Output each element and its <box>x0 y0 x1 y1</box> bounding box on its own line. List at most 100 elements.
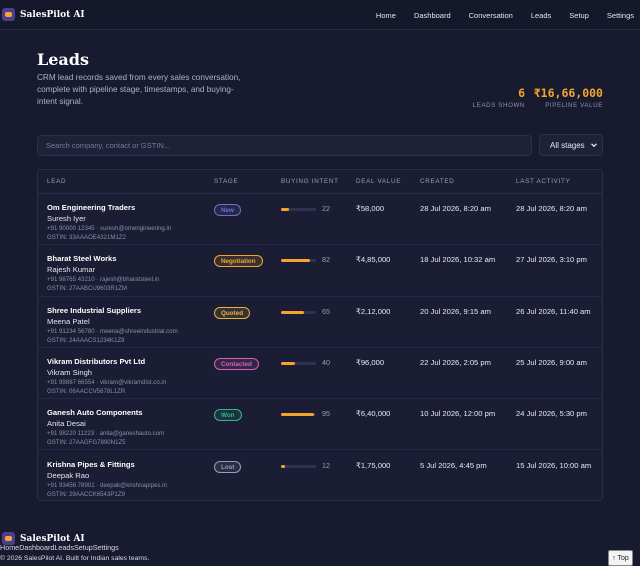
intent-bar-fill <box>281 413 315 417</box>
lead-phone-email: +91 93456 78901 · deepak@krishnapipes.in <box>47 481 167 489</box>
last-activity-date: 15 Jul 2026, 10:00 am <box>516 460 592 470</box>
lead-gstin: GSTIN: 27AABCU9603R1ZM <box>47 285 127 293</box>
leads-table: LEAD STAGE BUYING INTENT DEAL VALUE CREA… <box>37 169 603 501</box>
intent-score: 40 <box>322 357 330 367</box>
stage-badge: Quoted <box>214 306 251 319</box>
lead-company: Bharat Steel Works <box>47 254 117 264</box>
intent-bar <box>281 361 316 365</box>
stage-badge: Won <box>214 409 242 422</box>
brand[interactable]: SalesPilot AI <box>2 8 85 21</box>
pipeline-value: ₹16,66,000 <box>533 86 603 100</box>
intent-bar-fill <box>281 259 310 263</box>
intent-bar-fill <box>281 208 289 211</box>
stage-filter-value: All stages <box>550 140 585 150</box>
table-row[interactable]: Vikram Distributors Pvt Ltd Vikram Singh +… <box>38 348 602 400</box>
intent-bar <box>281 413 316 417</box>
lead-contact: Deepak Rao <box>47 470 90 480</box>
deal-value: ₹4,85,000 <box>356 255 391 265</box>
last-activity-date: 28 Jul 2026, 8:20 am <box>516 204 587 213</box>
created-date: 5 Jul 2026, 4:45 pm <box>420 460 487 470</box>
leads-shown-stat: 6 LEADS SHOWN <box>473 86 525 109</box>
nav-links: Home Dashboard Conversation Leads Setup … <box>358 0 634 30</box>
lead-phone-email: +91 99887 66554 · vikram@vikramdist.co.i… <box>47 378 167 386</box>
intent-bar-fill <box>281 464 286 468</box>
last-activity-date: 26 Jul 2026, 11:40 am <box>516 306 591 316</box>
table-row[interactable]: Shree Industrial Suppliers Meena Patel +91… <box>38 297 602 348</box>
copyright: © 2026 SalesPilot AI. Built for Indian s… <box>0 555 150 562</box>
nav-dashboard[interactable]: Dashboard <box>414 11 451 20</box>
back-to-top-button[interactable]: ↑ Top <box>608 550 633 566</box>
created-date: 10 Jul 2026, 12:00 pm <box>420 409 496 419</box>
lead-contact: Rajesh Kumar <box>47 265 96 275</box>
footer-link-settings[interactable]: Settings <box>93 543 119 552</box>
lead-company: Ganesh Auto Components <box>47 408 143 418</box>
lead-company: Krishna Pipes & Fittings <box>47 459 135 469</box>
page-subtitle: CRM lead records saved from every sales … <box>37 73 241 106</box>
intent-score: 95 <box>322 409 330 419</box>
table-row[interactable]: Ganesh Auto Components Anita Desai +91 982… <box>38 399 602 451</box>
pipeline-value-stat: ₹16,66,000 PIPELINE VALUE <box>534 86 603 109</box>
table-row[interactable]: Om Engineering Traders Suresh Iyer +91 900… <box>38 194 602 246</box>
lead-gstin: GSTIN: 24AAACS1234K1Z8 <box>47 336 125 344</box>
header-intent: BUYING INTENT <box>281 178 339 185</box>
search-input[interactable] <box>37 135 532 156</box>
lead-gstin: GSTIN: 29AACCK6543P1Z9 <box>47 490 125 498</box>
intent-bar <box>281 310 316 314</box>
intent-bar-fill <box>281 361 295 365</box>
footer: SalesPilot AI HomeDashboardLeadsSetupSet… <box>0 530 640 566</box>
last-activity-date: 24 Jul 2026, 5:30 pm <box>516 409 587 419</box>
stage-badge: New <box>214 204 241 216</box>
lead-company: Om Engineering Traders <box>47 203 136 212</box>
lead-phone-email: +91 98765 43210 · rajesh@bharatsteel.in <box>47 276 160 284</box>
header-last-activity: LAST ACTIVITY <box>516 178 571 185</box>
stage-badge: Negotiation <box>214 255 263 268</box>
header-created: CREATED <box>420 178 455 185</box>
table-row[interactable]: Bharat Steel Works Rajesh Kumar +91 98765 … <box>38 245 602 297</box>
nav-home[interactable]: Home <box>376 11 396 20</box>
lead-contact: Anita Desai <box>47 419 86 429</box>
stage-filter-select[interactable]: All stages <box>539 134 603 156</box>
lead-company: Vikram Distributors Pvt Ltd <box>47 356 146 366</box>
lead-contact: Meena Patel <box>47 316 90 326</box>
footer-link-home[interactable]: Home <box>0 543 19 552</box>
chevron-down-icon <box>591 143 597 148</box>
lead-phone-email: +91 91234 56780 · meena@shreeindustrial.… <box>47 327 178 335</box>
created-date: 18 Jul 2026, 10:32 am <box>420 255 496 265</box>
last-activity-date: 27 Jul 2026, 3:10 pm <box>516 255 587 265</box>
deal-value: ₹58,000 <box>356 204 385 213</box>
lead-contact: Vikram Singh <box>47 367 93 377</box>
stage-badge: Contacted <box>214 357 259 370</box>
brand-name: SalesPilot AI <box>20 9 85 20</box>
pipeline-value-label: PIPELINE VALUE <box>545 102 603 109</box>
created-date: 22 Jul 2026, 2:05 pm <box>420 357 491 367</box>
footer-link-dashboard[interactable]: Dashboard <box>19 543 54 552</box>
intent-bar <box>281 464 316 468</box>
intent-score: 82 <box>322 255 330 265</box>
lead-company: Shree Industrial Suppliers <box>47 305 142 315</box>
lead-gstin: GSTIN: 27AAGFG7890N1Z5 <box>47 439 126 447</box>
intent-score: 22 <box>322 204 330 213</box>
table-row[interactable]: Krishna Pipes & Fittings Deepak Rao +91 93… <box>38 451 602 501</box>
nav-conversation[interactable]: Conversation <box>469 11 513 20</box>
footer-link-setup[interactable]: Setup <box>74 543 93 552</box>
deal-value: ₹2,12,000 <box>356 306 391 316</box>
top-navbar: SalesPilot AI Home Dashboard Conversatio… <box>0 0 640 30</box>
nav-settings[interactable]: Settings <box>607 11 634 20</box>
leads-shown-value: 6 <box>518 86 525 100</box>
page-title: Leads <box>37 50 89 69</box>
header-deal-value: DEAL VALUE <box>356 178 402 185</box>
footer-link-leads[interactable]: Leads <box>54 543 74 552</box>
stage-badge: Lost <box>214 460 242 473</box>
lead-phone-email: +91 90000 12345 · suresh@omengineering.i… <box>47 225 172 232</box>
lead-gstin: GSTIN: 06AACCV5678L1ZR <box>47 387 126 395</box>
intent-score: 65 <box>322 306 330 316</box>
deal-value: ₹96,000 <box>356 357 385 367</box>
footer-links: HomeDashboardLeadsSetupSettings <box>0 543 119 552</box>
created-date: 28 Jul 2026, 8:20 am <box>420 204 491 213</box>
intent-bar <box>281 208 316 211</box>
lead-phone-email: +91 98220 11223 · anita@ganeshauto.com <box>47 430 165 438</box>
intent-score: 12 <box>322 460 330 470</box>
nav-setup[interactable]: Setup <box>569 11 589 20</box>
last-activity-date: 25 Jul 2026, 9:00 am <box>516 357 587 367</box>
nav-leads[interactable]: Leads <box>531 11 551 20</box>
